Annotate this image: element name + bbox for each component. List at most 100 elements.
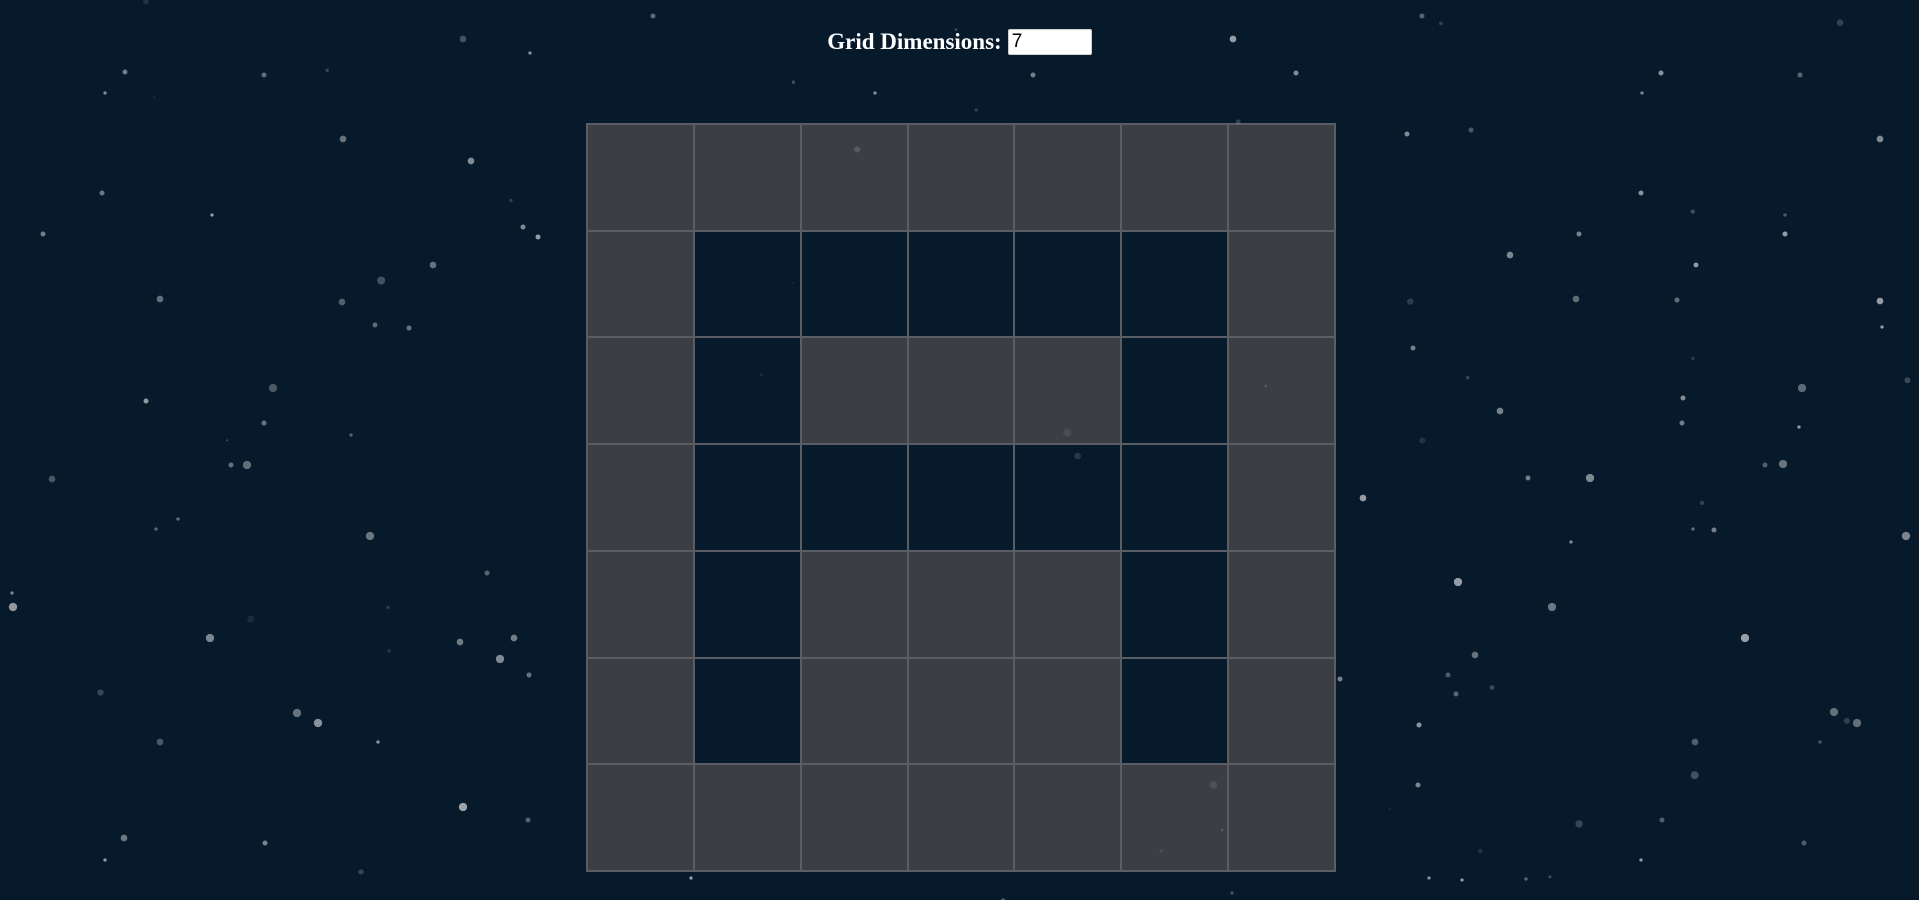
- grid-cell-filled[interactable]: [587, 230, 694, 338]
- star: [372, 322, 378, 328]
- star: [1477, 848, 1483, 854]
- grid-cell-empty[interactable]: [1121, 230, 1229, 338]
- star: [689, 876, 693, 880]
- grid-cell-empty[interactable]: [907, 230, 1015, 338]
- star: [495, 654, 505, 664]
- star: [143, 0, 149, 5]
- grid-cell-empty[interactable]: [907, 444, 1015, 551]
- grid-cell-empty[interactable]: [800, 444, 908, 551]
- grid-cell-empty[interactable]: [800, 230, 908, 338]
- grid-cell-filled[interactable]: [587, 337, 694, 445]
- star: [152, 96, 156, 99]
- star: [99, 190, 105, 196]
- star: [873, 91, 877, 95]
- grid-cell-filled[interactable]: [907, 337, 1015, 445]
- star: [1453, 691, 1459, 697]
- grid-cell-filled[interactable]: [1228, 337, 1335, 445]
- star: [458, 802, 468, 812]
- star: [262, 840, 268, 846]
- grid-cell-filled[interactable]: [907, 550, 1015, 658]
- star: [1762, 462, 1768, 468]
- grid-cell-filled[interactable]: [800, 550, 908, 658]
- grid-cell-filled[interactable]: [1228, 230, 1335, 338]
- grid-cell-empty[interactable]: [693, 444, 801, 551]
- grid-cell-filled[interactable]: [1228, 550, 1335, 658]
- grid-cell-empty[interactable]: [693, 230, 801, 338]
- grid-cell-empty[interactable]: [1121, 657, 1229, 765]
- star: [1782, 231, 1788, 237]
- grid-board: [586, 123, 1336, 872]
- star: [1407, 298, 1414, 305]
- grid-cell-filled[interactable]: [693, 124, 801, 231]
- grid-cell-empty[interactable]: [1014, 444, 1122, 551]
- grid-cell-filled[interactable]: [1228, 444, 1335, 551]
- star: [1489, 685, 1495, 690]
- star: [247, 615, 255, 623]
- grid-cell-filled[interactable]: [907, 657, 1015, 765]
- star: [1691, 527, 1695, 531]
- grid-cell-empty[interactable]: [693, 550, 801, 658]
- star: [1711, 527, 1717, 533]
- star: [10, 591, 14, 595]
- grid-cell-empty[interactable]: [1121, 337, 1229, 445]
- grid-cell-filled[interactable]: [587, 550, 694, 658]
- star: [1876, 297, 1884, 305]
- star: [484, 570, 490, 576]
- grid-dimensions-input[interactable]: [1007, 29, 1092, 55]
- grid-cell-filled[interactable]: [1014, 657, 1122, 765]
- grid-cell-filled[interactable]: [1228, 124, 1335, 231]
- star: [40, 231, 46, 237]
- star: [365, 531, 375, 541]
- star: [525, 817, 531, 823]
- star: [1410, 345, 1416, 351]
- star: [456, 638, 464, 646]
- star: [1575, 820, 1583, 828]
- star: [1801, 840, 1807, 846]
- star: [1843, 717, 1850, 724]
- star: [1466, 375, 1470, 380]
- grid-cell-empty[interactable]: [1014, 230, 1122, 338]
- grid-cell-filled[interactable]: [907, 764, 1015, 871]
- grid-cell-filled[interactable]: [693, 764, 801, 871]
- star: [1419, 437, 1426, 444]
- star: [1030, 72, 1036, 78]
- grid-cell-filled[interactable]: [800, 657, 908, 765]
- star: [1576, 231, 1582, 237]
- star: [1416, 722, 1422, 728]
- grid-cell-empty[interactable]: [1121, 444, 1229, 551]
- star: [1836, 19, 1844, 27]
- grid-cell-empty[interactable]: [693, 337, 801, 445]
- star: [210, 213, 214, 217]
- grid-cell-filled[interactable]: [1121, 764, 1229, 871]
- grid-cell-filled[interactable]: [1014, 124, 1122, 231]
- star: [1404, 131, 1410, 137]
- grid-cell-filled[interactable]: [1121, 124, 1229, 231]
- star: [387, 648, 391, 653]
- star: [261, 420, 267, 426]
- grid-cell-filled[interactable]: [1014, 337, 1122, 445]
- grid-cell-filled[interactable]: [587, 764, 694, 871]
- grid-cell-filled[interactable]: [1014, 550, 1122, 658]
- grid-cell-filled[interactable]: [800, 124, 908, 231]
- grid-cell-filled[interactable]: [800, 337, 908, 445]
- grid-cell-filled[interactable]: [800, 764, 908, 871]
- grid-cell-filled[interactable]: [1014, 764, 1122, 871]
- star: [377, 276, 386, 285]
- grid-dimensions-label: Grid Dimensions:: [827, 29, 1002, 54]
- grid-cell-empty[interactable]: [693, 657, 801, 765]
- star: [1740, 633, 1750, 643]
- star: [156, 738, 164, 746]
- star: [1797, 425, 1801, 429]
- grid-cell-filled[interactable]: [587, 444, 694, 551]
- grid-cell-empty[interactable]: [1121, 550, 1229, 658]
- star: [1700, 500, 1705, 505]
- grid-cell-filled[interactable]: [1228, 764, 1335, 871]
- grid-cell-filled[interactable]: [587, 657, 694, 765]
- star: [467, 157, 475, 165]
- grid-cell-filled[interactable]: [907, 124, 1015, 231]
- star: [242, 460, 252, 470]
- star: [103, 858, 107, 862]
- grid-cell-filled[interactable]: [1228, 657, 1335, 765]
- grid-cell-filled[interactable]: [587, 124, 694, 231]
- star: [48, 475, 56, 483]
